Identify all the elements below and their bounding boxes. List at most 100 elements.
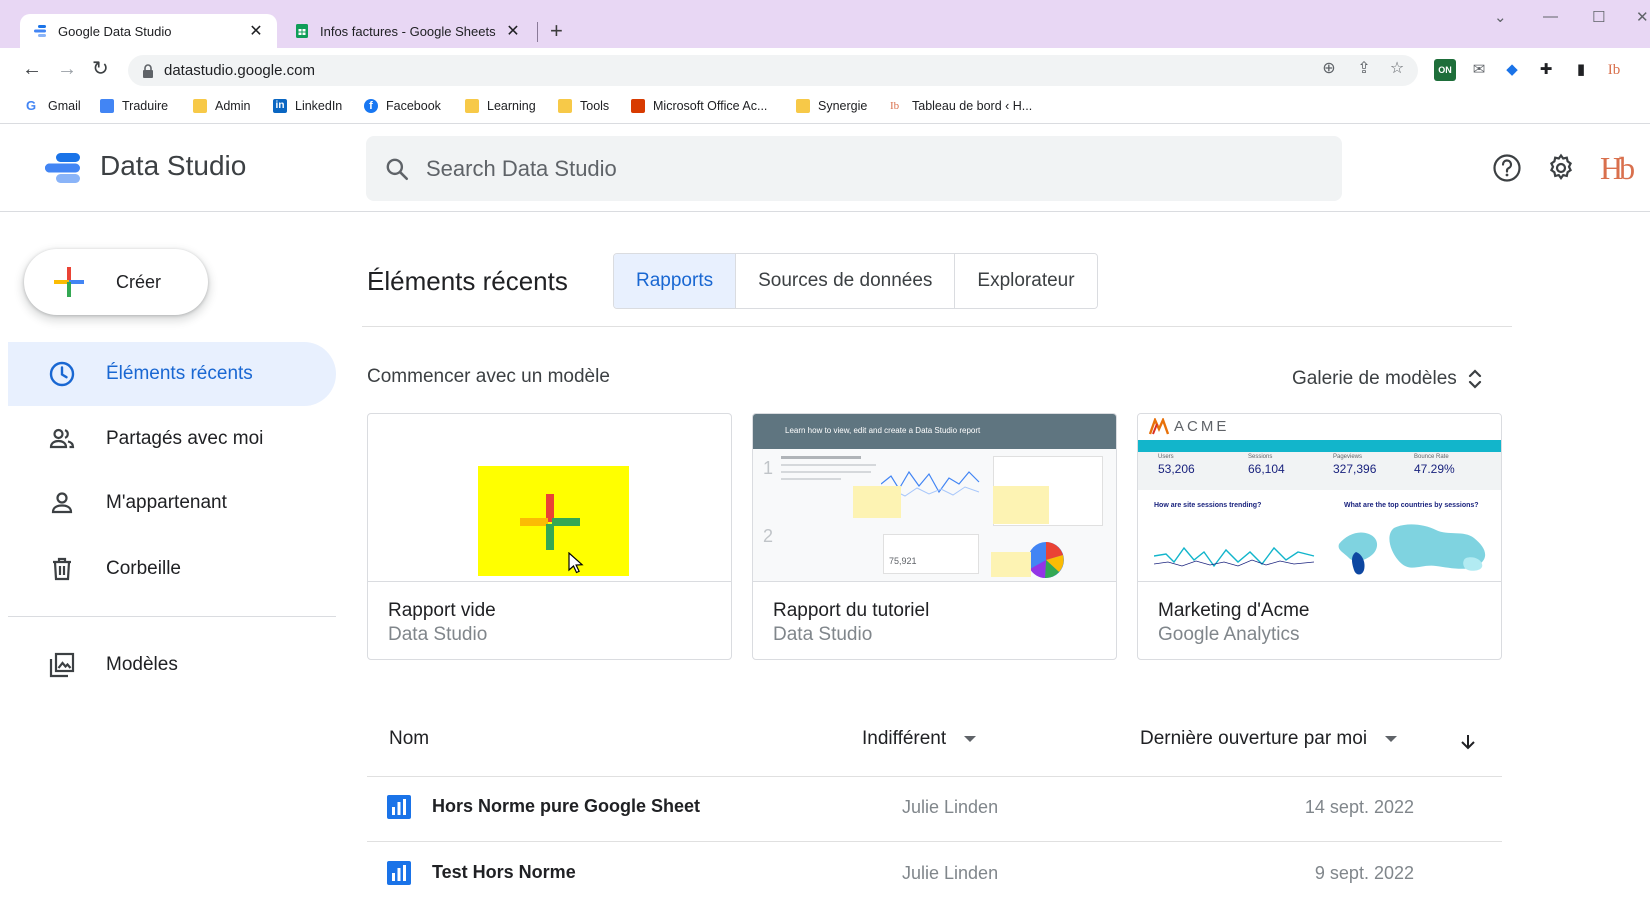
zoom-icon[interactable]: ⊕ <box>1320 60 1338 78</box>
forward-icon[interactable]: → <box>57 58 77 80</box>
window-close-icon[interactable]: ✕ <box>1636 8 1649 26</box>
bookmark-office[interactable]: Microsoft Office Ac... <box>631 99 767 113</box>
create-label: Créer <box>116 271 162 292</box>
plus-icon <box>54 267 84 297</box>
tab-search-icon[interactable]: ⌄ <box>1494 8 1507 26</box>
app-title: Data Studio <box>100 150 247 181</box>
office-icon <box>631 99 645 113</box>
column-header-name[interactable]: Nom <box>389 728 429 750</box>
search-input[interactable]: Search Data Studio <box>366 136 1342 201</box>
close-icon[interactable]: ✕ <box>247 21 265 41</box>
bookmark-traduire[interactable]: Traduire <box>100 99 168 113</box>
template-card-acme[interactable]: ACME Users 53,206 Sessions 66,104 Pagevi… <box>1137 413 1502 660</box>
thumb-question: What are the top countries by sessions? <box>1344 502 1479 509</box>
tab-explorer[interactable]: Explorateur <box>955 254 1097 308</box>
sort-by-dropdown[interactable]: Dernière ouverture par moi <box>1140 728 1398 750</box>
report-last-opened: 9 sept. 2022 <box>1314 863 1414 883</box>
translate-icon <box>100 99 114 113</box>
sidebar-item-shared[interactable]: Partagés avec moi <box>8 407 336 471</box>
extensions-puzzle-icon[interactable]: ✚ <box>1535 59 1557 81</box>
url-text: datastudio.google.com <box>164 62 315 79</box>
thumb-world-map <box>1338 524 1486 575</box>
page-title: Éléments récents <box>367 266 568 296</box>
create-button[interactable]: Créer <box>24 249 208 315</box>
thumb-sticky-note <box>993 486 1049 524</box>
report-icon <box>387 861 411 885</box>
report-last-opened: 14 sept. 2022 <box>1304 797 1414 817</box>
template-thumbnail: ACME Users 53,206 Sessions 66,104 Pagevi… <box>1138 414 1501 582</box>
settings-gear-icon[interactable] <box>1545 152 1577 184</box>
share-icon[interactable]: ⇪ <box>1355 60 1373 78</box>
browser-tab-sheets[interactable]: Infos factures - Google Sheets ✕ <box>282 14 534 48</box>
dropdown-caret-icon <box>964 736 977 742</box>
linkedin-icon: in <box>273 99 287 113</box>
bookmark-facebook[interactable]: f Facebook <box>364 99 441 113</box>
acme-logo-icon <box>1148 418 1170 435</box>
sidebar-item-trash[interactable]: Corbeille <box>8 537 336 601</box>
thumb-header-text: Learn how to view, edit and create a Dat… <box>785 426 981 435</box>
tab-reports[interactable]: Rapports <box>614 254 737 308</box>
minimize-icon[interactable]: — <box>1543 8 1558 25</box>
account-avatar[interactable]: Hb <box>1600 150 1635 187</box>
tab-separator <box>537 22 538 42</box>
bookmark-tableau-de-bord[interactable]: Ib Tableau de bord ‹ H... <box>890 99 1032 113</box>
bookmark-gmail[interactable]: G Gmail <box>26 99 81 114</box>
reload-icon[interactable]: ↻ <box>92 58 109 80</box>
sort-direction-arrow-icon[interactable] <box>1460 733 1476 751</box>
browser-tab-bar: Google Data Studio ✕ Infos factures - Go… <box>0 0 1650 48</box>
table-row[interactable]: Test Hors Norme Julie Linden 9 sept. 202… <box>367 842 1502 904</box>
templates-icon <box>49 652 75 678</box>
thumb-pie-chart <box>1028 542 1064 579</box>
profile-hb-icon[interactable]: Ib <box>1603 59 1625 81</box>
browser-tab-data-studio[interactable]: Google Data Studio ✕ <box>20 14 277 48</box>
side-panel-icon[interactable]: ▮ <box>1570 59 1592 81</box>
report-name[interactable]: Hors Norme pure Google Sheet <box>432 796 700 817</box>
close-icon[interactable]: ✕ <box>504 21 522 41</box>
search-placeholder: Search Data Studio <box>426 155 617 181</box>
table-row[interactable]: Hors Norme pure Google Sheet Julie Linde… <box>367 776 1502 838</box>
bookmark-star-icon[interactable]: ☆ <box>1388 60 1406 78</box>
owner-filter-dropdown[interactable]: Indifférent <box>862 728 977 750</box>
template-card-tutorial[interactable]: Learn how to view, edit and create a Dat… <box>752 413 1117 660</box>
sidebar-item-recent[interactable]: Éléments récents <box>8 342 336 406</box>
sidebar-item-owned[interactable]: M'appartenant <box>8 471 336 535</box>
people-icon <box>49 428 75 449</box>
thumb-line-chart <box>1154 546 1315 568</box>
report-icon <box>387 795 411 819</box>
back-icon[interactable]: ← <box>22 58 42 80</box>
data-studio-logo-icon[interactable] <box>42 150 82 186</box>
template-source: Data Studio <box>773 624 873 645</box>
tab-title: Google Data Studio <box>58 23 172 39</box>
bookmark-admin[interactable]: Admin <box>193 99 250 113</box>
thumb-sticky-note <box>991 552 1031 577</box>
thumb-question: How are site sessions trending? <box>1154 502 1262 509</box>
template-card-blank[interactable]: Rapport vide Data Studio <box>367 413 732 660</box>
bookmark-synergie[interactable]: Synergie <box>796 99 867 113</box>
folder-icon <box>465 99 479 113</box>
thumb-step-1: 1 <box>763 458 774 478</box>
sidebar-item-templates[interactable]: Modèles <box>8 633 336 697</box>
template-source: Data Studio <box>388 624 488 645</box>
search-icon <box>386 158 409 180</box>
help-icon[interactable] <box>1491 152 1523 184</box>
address-bar[interactable]: datastudio.google.com <box>128 55 1418 86</box>
bookmark-tools[interactable]: Tools <box>558 99 609 113</box>
report-name[interactable]: Test Hors Norme <box>432 862 576 883</box>
maximize-icon[interactable]: ☐ <box>1592 8 1605 26</box>
bookmark-learning[interactable]: Learning <box>465 99 536 113</box>
app-header: Data Studio Search Data Studio Hb <box>0 124 1650 212</box>
new-tab-icon[interactable]: + <box>550 18 563 44</box>
folder-icon <box>558 99 572 113</box>
tab-data-sources[interactable]: Sources de données <box>736 254 956 308</box>
template-gallery-toggle[interactable]: Galerie de modèles <box>1292 366 1483 392</box>
clock-icon <box>49 361 75 387</box>
extension-card-icon[interactable]: ✉ <box>1468 59 1490 81</box>
extension-on-icon[interactable]: ON <box>1434 59 1456 81</box>
thumb-step-2: 2 <box>763 526 774 546</box>
bookmark-linkedin[interactable]: in LinkedIn <box>273 99 342 113</box>
thumb-stat-value: 47.29% <box>1414 462 1455 476</box>
thumb-scorecard-value: 75,921 <box>889 556 917 566</box>
plus-icon <box>520 494 580 550</box>
extension-tag-icon[interactable]: ◆ <box>1501 59 1523 81</box>
thumb-stat-label: Sessions <box>1248 454 1273 460</box>
